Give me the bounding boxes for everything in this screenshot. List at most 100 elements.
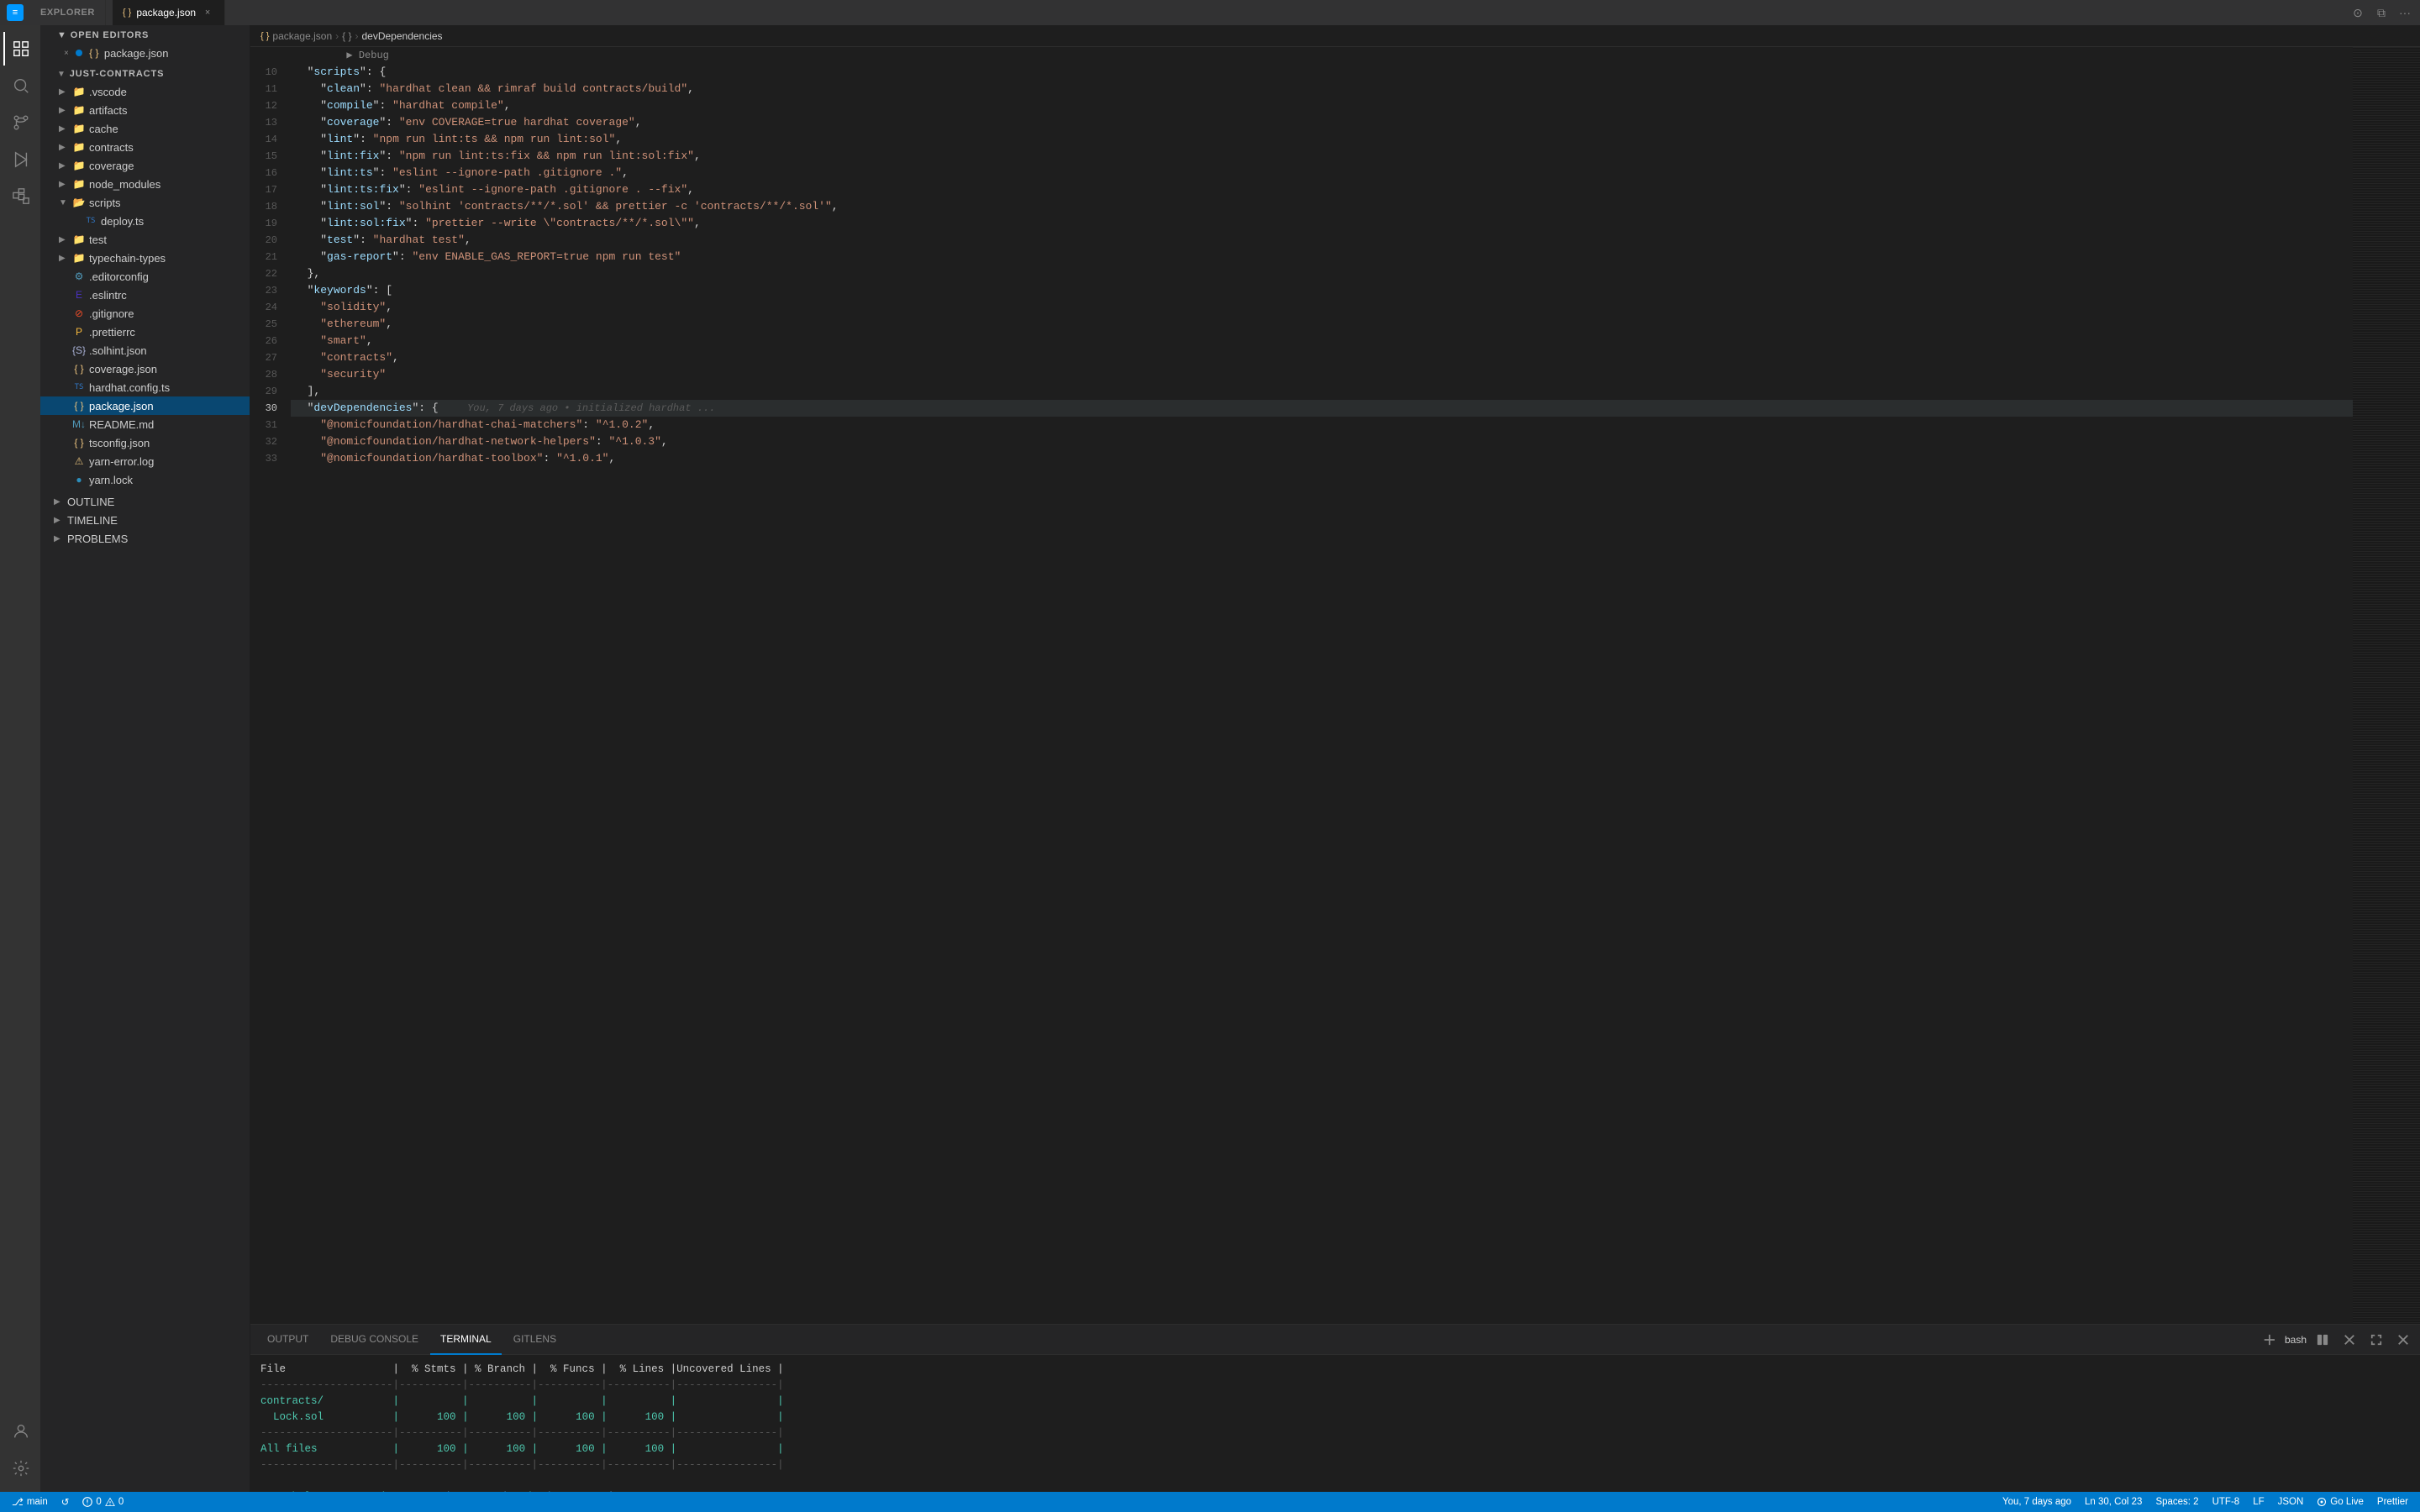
file-item-.prettierrc[interactable]: P.prettierrc [40,323,250,341]
file-item-hardhat.config.ts[interactable]: TShardhat.config.ts [40,378,250,396]
code-editor[interactable]: 1011121314151617181920212223242526272829… [250,47,2353,1324]
json-icon: { } [72,436,86,449]
panel-tab-terminal[interactable]: TERMINAL [430,1325,502,1355]
terminal-table: File | % Stmts | % Branch | % Funcs | % … [260,1362,2410,1492]
activity-item-extensions[interactable] [3,180,37,213]
sync-status[interactable]: ↺ [56,1492,75,1512]
breadcrumb-file-icon: { } [260,31,269,41]
sync-icon: ↺ [61,1496,70,1508]
file-item-.eslintrc[interactable]: E.eslintrc [40,286,250,304]
file-item-deploy.ts[interactable]: TSdeploy.ts [40,212,250,230]
open-editor-package-json[interactable]: × { } package.json [40,44,250,62]
tab-close-btn[interactable]: × [201,6,214,19]
activity-item-account[interactable] [3,1415,37,1448]
sidebar: ▼ OPEN EDITORS × { } package.json ▼ JUST… [40,25,250,1492]
open-editors-header[interactable]: ▼ OPEN EDITORS [40,25,250,44]
folder-icon: 📁 [72,122,86,135]
file-item-coverage.json[interactable]: { }coverage.json [40,360,250,378]
file-item-.gitignore[interactable]: ⊘.gitignore [40,304,250,323]
file-item-package.json[interactable]: { }package.json [40,396,250,415]
line-number-17: 17 [257,181,277,198]
bash-label: bash [2286,1330,2306,1350]
split-editor-btn[interactable]: ⧉ [2373,4,2390,21]
golive-status[interactable]: Go Live [2312,1492,2369,1512]
explorer-header[interactable]: ▼ JUST-CONTRACTS [40,62,250,82]
open-editor-close[interactable]: × [64,49,69,58]
folder-icon: 📁 [72,140,86,154]
problems-header[interactable]: ▶ PROBLEMS [40,529,250,548]
code-line-26: "smart", [291,333,2353,349]
error-count: 0 [96,1497,101,1507]
panel-area: OUTPUT DEBUG CONSOLE TERMINAL GITLENS ba… [250,1324,2420,1492]
branch-status[interactable]: ⎇ main [7,1492,53,1512]
tree-item-label: cache [89,123,118,135]
maximize-panel-btn[interactable] [2366,1330,2386,1350]
code-content[interactable]: ▶ Debug "scripts": { "clean": "hardhat c… [291,47,2353,1324]
file-item-.solhint.json[interactable]: {S}.solhint.json [40,341,250,360]
more-actions-btn[interactable]: ··· [2396,4,2413,21]
new-terminal-btn[interactable] [2259,1330,2279,1350]
code-line-31: "@nomicfoundation/hardhat-chai-matchers"… [291,417,2353,433]
activity-item-source-control[interactable] [3,106,37,139]
pkg-icon: { } [87,46,101,60]
prettier-label: Prettier [2377,1497,2408,1507]
outline-header[interactable]: ▶ OUTLINE [40,492,250,511]
activity-item-run[interactable] [3,143,37,176]
language-status[interactable]: JSON [2273,1492,2309,1512]
minimap [2353,47,2420,1324]
panel-tab-output[interactable]: OUTPUT [257,1325,318,1355]
golive-icon [2317,1497,2327,1507]
timeline-header[interactable]: ▶ TIMELINE [40,511,250,529]
breadcrumb-file[interactable]: package.json [272,30,332,42]
activity-item-explorer[interactable] [3,32,37,66]
explorer-label: JUST-CONTRACTS [70,69,165,79]
errors-status[interactable]: 0 0 [77,1492,129,1512]
file-item-yarn.lock[interactable]: ●yarn.lock [40,470,250,489]
file-item-README.md[interactable]: M↓README.md [40,415,250,433]
activity-item-search[interactable] [3,69,37,102]
json-icon: { } [72,362,86,375]
line-number-12: 12 [257,97,277,114]
split-terminal-btn[interactable] [2312,1330,2333,1350]
folder-item-contracts[interactable]: ▶📁contracts [40,138,250,156]
folder-item-scripts[interactable]: ▼📂scripts [40,193,250,212]
folder-item-coverage[interactable]: ▶📁coverage [40,156,250,175]
folder-item-node_modules[interactable]: ▶📁node_modules [40,175,250,193]
breadcrumb-seg1[interactable]: { } [342,30,351,42]
line-number-11: 11 [257,81,277,97]
file-item-.editorconfig[interactable]: ⚙.editorconfig [40,267,250,286]
breadcrumb: { } package.json › { } › devDependencies [250,25,2420,47]
close-panel-btn[interactable] [2393,1330,2413,1350]
panel-tab-gitlens[interactable]: GITLENS [503,1325,566,1355]
file-item-tsconfig.json[interactable]: { }tsconfig.json [40,433,250,452]
panel-tab-debug-console[interactable]: DEBUG CONSOLE [320,1325,429,1355]
encoding-status[interactable]: UTF-8 [2207,1492,2245,1512]
line-number-18: 18 [257,198,277,215]
folder-item-cache[interactable]: ▶📁cache [40,119,250,138]
folder-item-test[interactable]: ▶📁test [40,230,250,249]
breadcrumb-seg2[interactable]: devDependencies [361,30,442,42]
debug-line: ▶ Debug [291,47,2353,64]
eol-status[interactable]: LF [2248,1492,2269,1512]
line-number-16: 16 [257,165,277,181]
spaces-status[interactable]: Spaces: 2 [2150,1492,2203,1512]
prettier-status[interactable]: Prettier [2372,1492,2413,1512]
tree-item-label: node_modules [89,178,160,191]
line-number-20: 20 [257,232,277,249]
code-line-24: "solidity", [291,299,2353,316]
tree-item-label: .vscode [89,86,127,98]
folder-item-typechain-types[interactable]: ▶📁typechain-types [40,249,250,267]
tree-item-label: .editorconfig [89,270,149,283]
tree-item-label: .eslintrc [89,289,127,302]
activity-item-settings[interactable] [3,1452,37,1485]
folder-item-artifacts[interactable]: ▶📁artifacts [40,101,250,119]
tab-package-json[interactable]: { } package.json × [113,0,225,25]
cursor-status[interactable]: Ln 30, Col 23 [2080,1492,2147,1512]
folder-icon: 📁 [72,233,86,246]
kill-terminal-btn[interactable] [2339,1330,2360,1350]
folder-item-.vscode[interactable]: ▶📁.vscode [40,82,250,101]
toggle-panel-btn[interactable]: ⊙ [2349,4,2366,21]
code-line-14: "lint": "npm run lint:ts && npm run lint… [291,131,2353,148]
terminal-content[interactable]: File | % Stmts | % Branch | % Funcs | % … [250,1355,2420,1492]
file-item-yarn-error.log[interactable]: ⚠yarn-error.log [40,452,250,470]
